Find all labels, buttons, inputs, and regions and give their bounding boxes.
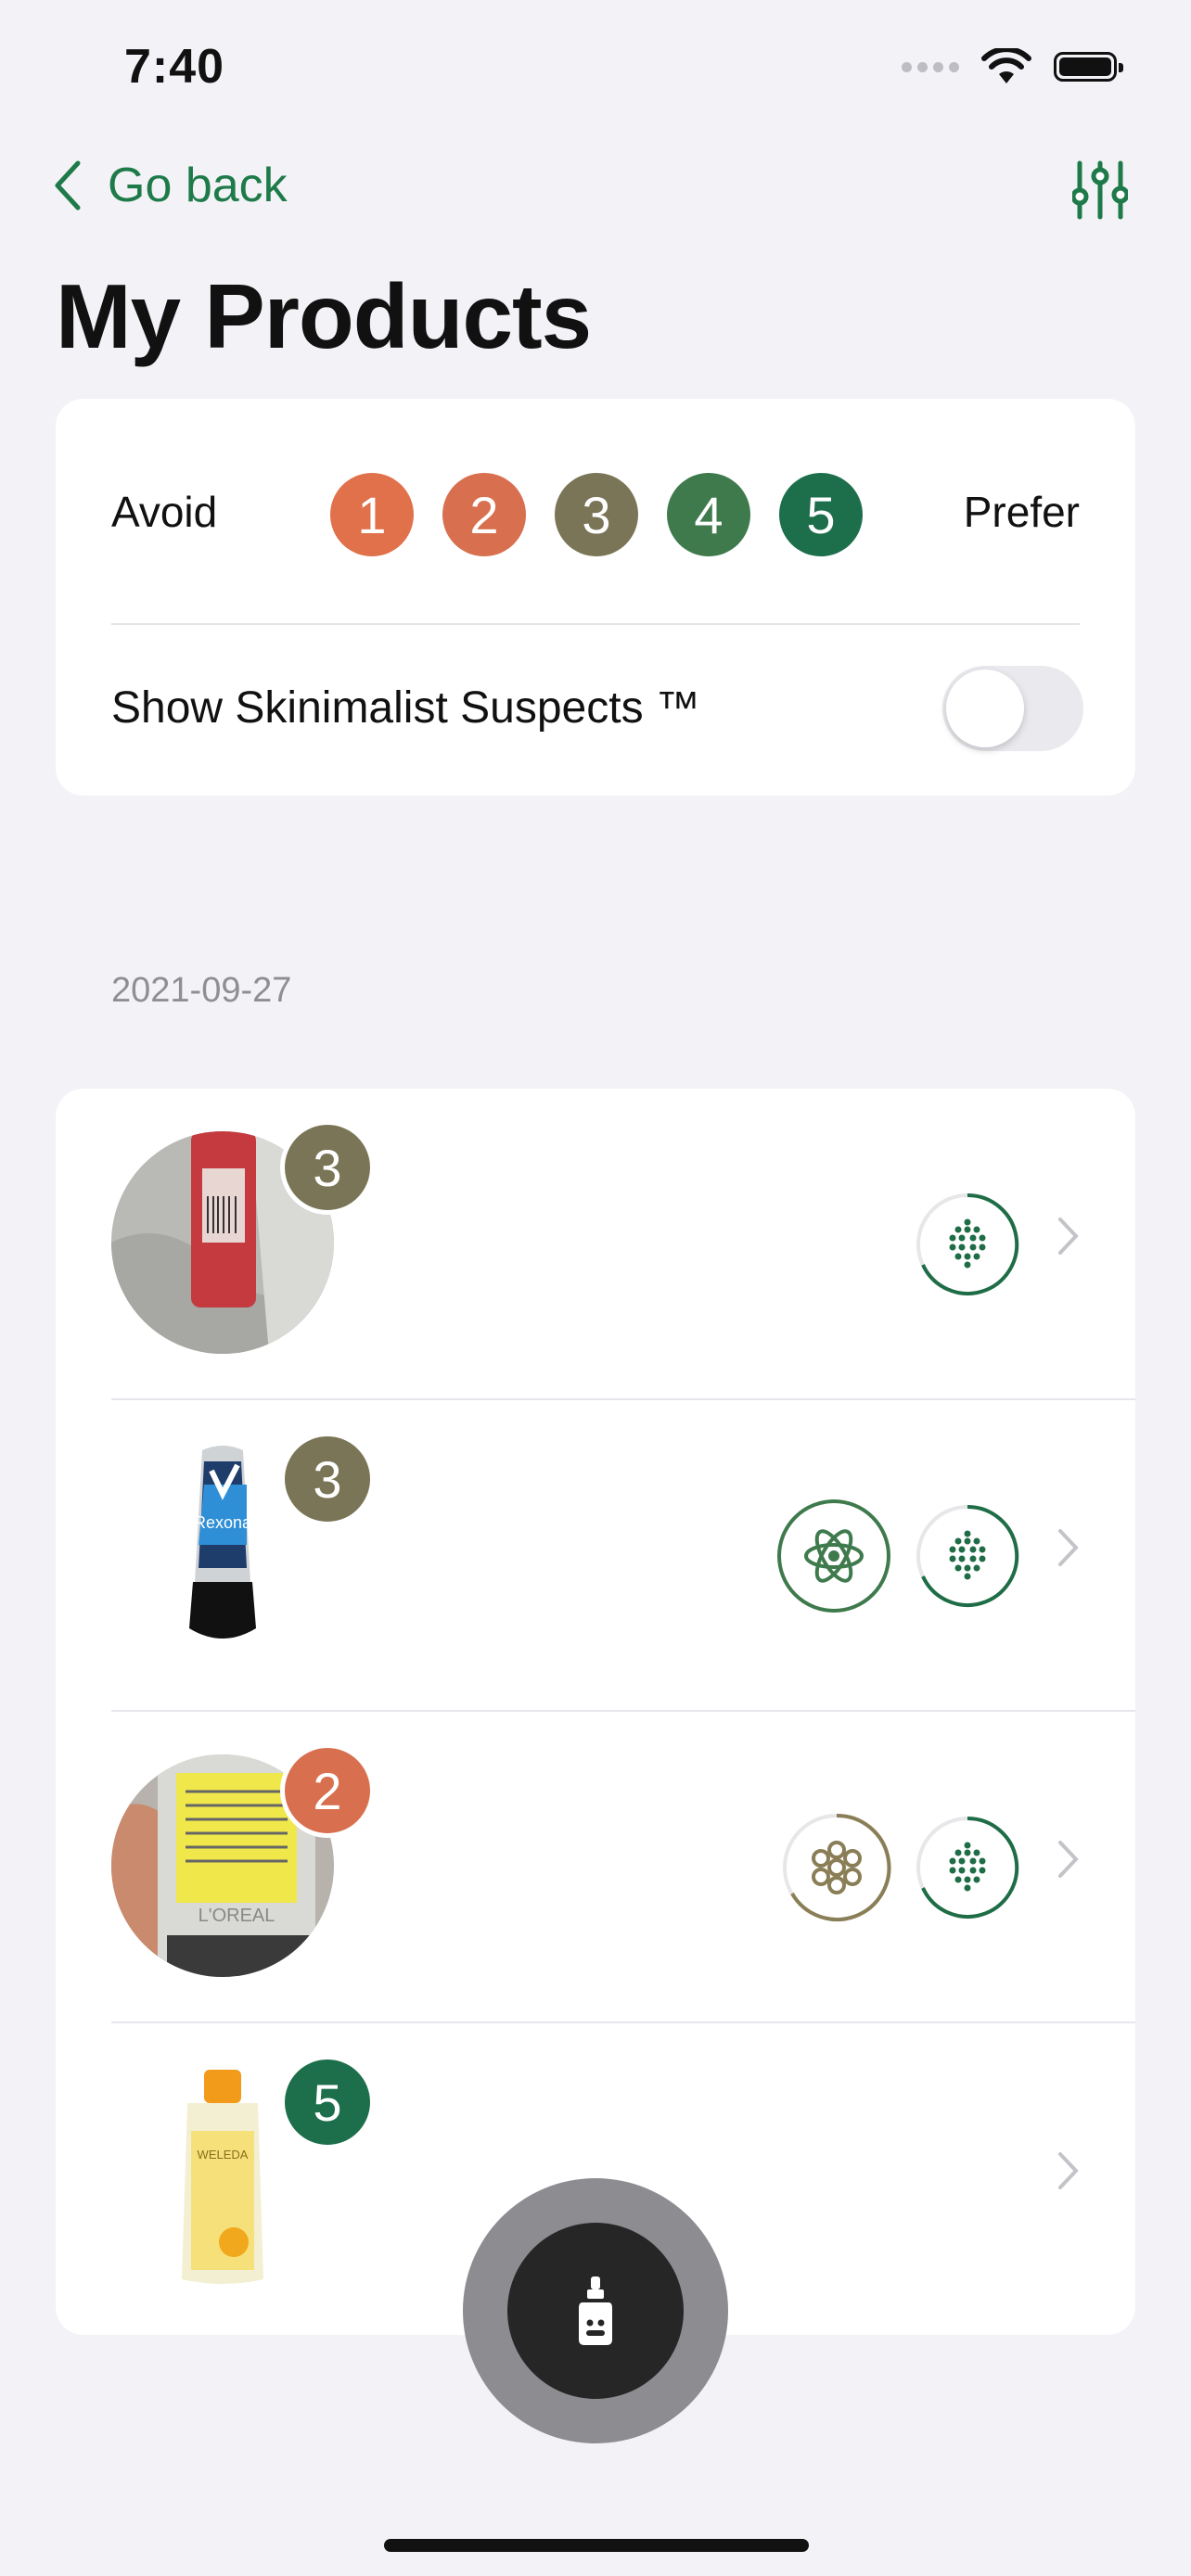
- product-score-badge: 2: [280, 1743, 375, 1838]
- atom-icon: [775, 1498, 892, 1619]
- particles-ring-icon: [915, 1503, 1020, 1613]
- rating-filter-5[interactable]: 5: [779, 473, 863, 556]
- rating-filter-group: 1 2 3 4 5: [330, 473, 863, 556]
- product-list: 3 Rexona 3 L'OREAL 2 WELEDA 5: [56, 1089, 1135, 2335]
- rating-filter-card: Avoid 1 2 3 4 5 Prefer Show Skinimalist …: [56, 399, 1135, 796]
- chevron-left-icon: [55, 160, 81, 210]
- suspects-label: Show Skinimalist Suspects ™: [111, 683, 700, 733]
- product-row[interactable]: L'OREAL 2: [56, 1712, 1135, 2023]
- sliders-icon: [1070, 160, 1130, 220]
- product-row[interactable]: Rexona 3: [56, 1400, 1135, 1712]
- chevron-right-icon: [1058, 1529, 1079, 1566]
- rating-filter-4[interactable]: 4: [667, 473, 750, 556]
- prefer-label: Prefer: [963, 488, 1080, 536]
- rating-filter-2[interactable]: 2: [442, 473, 526, 556]
- rating-filter-1[interactable]: 1: [330, 473, 414, 556]
- battery-icon: [1054, 52, 1123, 82]
- suspects-toggle[interactable]: [942, 666, 1083, 751]
- page-title: My Products: [56, 265, 592, 367]
- wifi-icon: [981, 48, 1031, 83]
- particles-ring-icon: [915, 1815, 1020, 1925]
- product-brand-text: L'OREAL: [198, 1906, 275, 1926]
- home-indicator: [384, 2539, 809, 2552]
- product-brand-text: Rexona: [194, 1513, 252, 1532]
- go-back-button[interactable]: Go back: [54, 158, 288, 213]
- scan-product-button[interactable]: [463, 2178, 728, 2443]
- rating-filter-3[interactable]: 3: [555, 473, 638, 556]
- product-score-badge: 3: [280, 1120, 375, 1215]
- filter-button[interactable]: [1070, 159, 1130, 225]
- product-score-badge: 3: [280, 1432, 375, 1526]
- signal-dots-icon: [902, 61, 959, 72]
- product-score-badge: 5: [280, 2055, 375, 2149]
- toggle-knob: [946, 670, 1024, 747]
- avoid-label: Avoid: [111, 488, 218, 536]
- divider: [111, 623, 1080, 625]
- status-icons: [902, 48, 1123, 85]
- status-time: 7:40: [124, 40, 225, 94]
- go-back-label: Go back: [108, 159, 288, 212]
- flower-ring-icon: [781, 1812, 892, 1928]
- dropper-bottle-icon: [579, 2276, 612, 2345]
- product-brand-text: WELEDA: [198, 2148, 249, 2162]
- section-date: 2021-09-27: [111, 971, 292, 1010]
- chevron-right-icon: [1058, 2152, 1079, 2189]
- chevron-right-icon: [1058, 1218, 1079, 1255]
- product-row[interactable]: 3: [56, 1089, 1135, 1400]
- particles-ring-icon: [915, 1192, 1020, 1302]
- chevron-right-icon: [1058, 1841, 1079, 1878]
